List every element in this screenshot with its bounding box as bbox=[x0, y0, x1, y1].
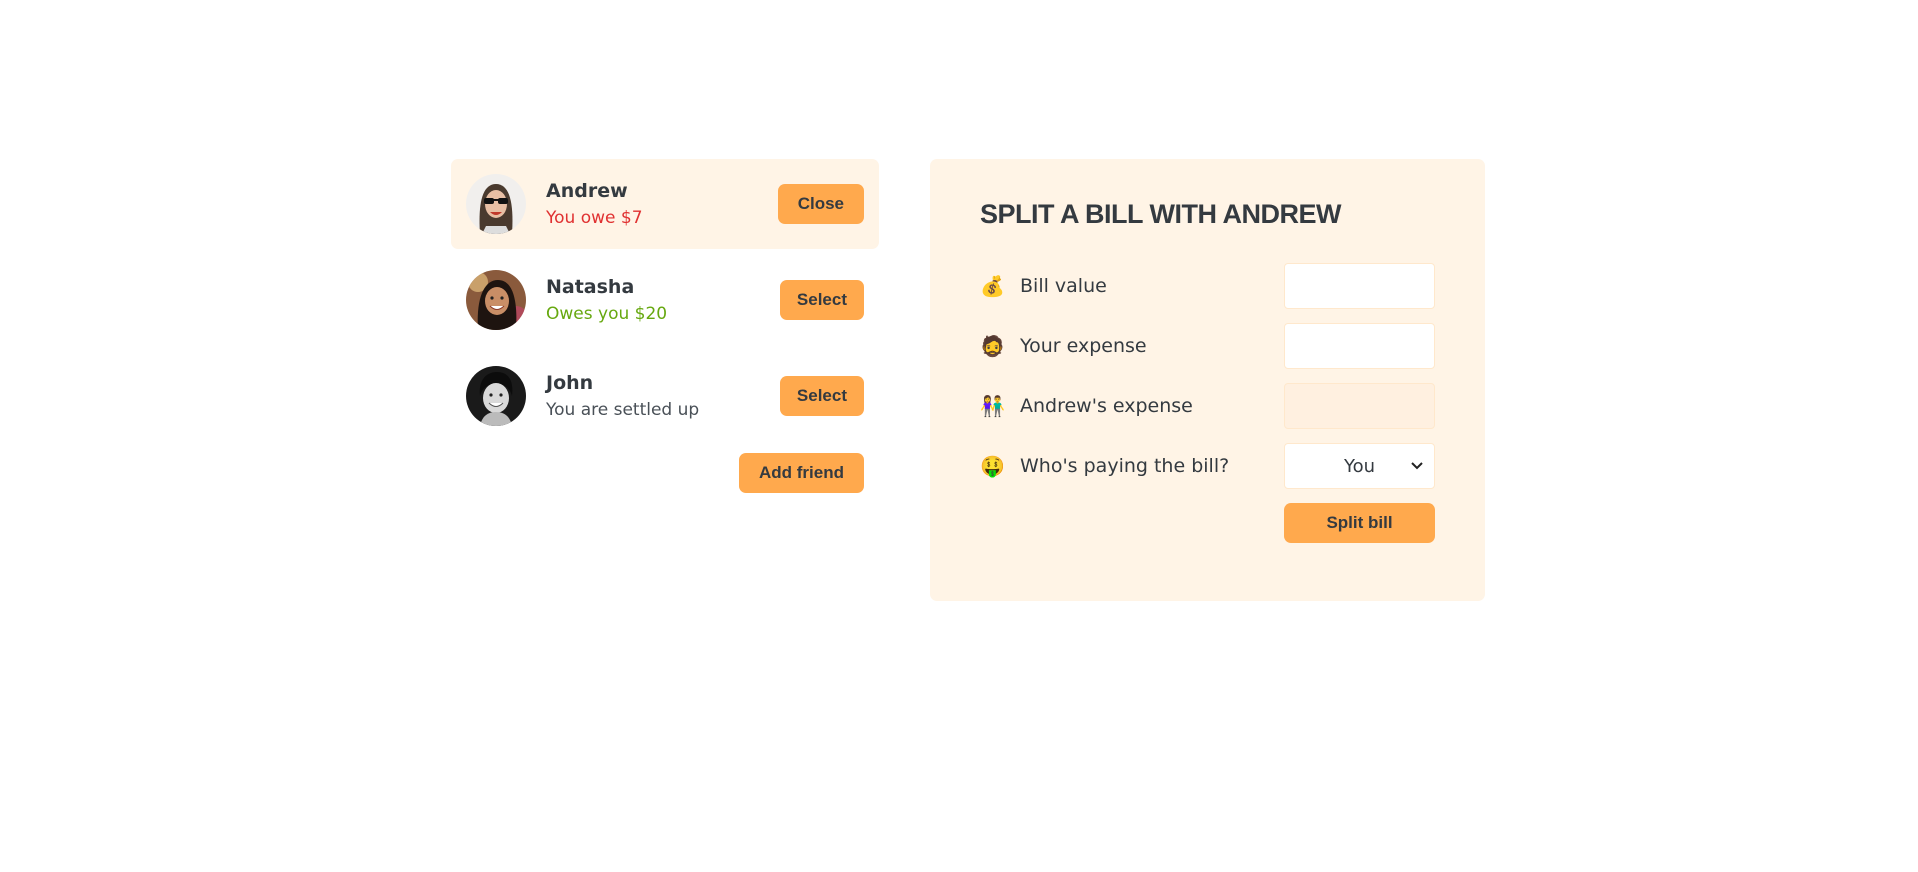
avatar-natasha bbox=[466, 270, 526, 330]
couple-icon: 👫 bbox=[980, 394, 1005, 418]
payer-text: Who's paying the bill? bbox=[1020, 455, 1230, 477]
friend-name: John bbox=[546, 372, 594, 394]
sidebar: Andrew You owe $7 Close Natasha Owes you… bbox=[451, 159, 879, 493]
select-button[interactable]: Select bbox=[779, 280, 864, 320]
form-title: SPLIT A BILL WITH ANDREW bbox=[980, 199, 1341, 229]
friend-expense-row: 👫 Andrew's expense bbox=[980, 383, 1435, 429]
your-expense-input[interactable] bbox=[1284, 323, 1435, 369]
money-bag-icon: 💰 bbox=[980, 274, 1005, 298]
friend-item-andrew[interactable]: Andrew You owe $7 Close bbox=[451, 159, 879, 249]
close-button[interactable]: Close bbox=[777, 184, 864, 224]
payer-select[interactable]: You bbox=[1284, 443, 1435, 489]
split-bill-form: SPLIT A BILL WITH ANDREW 💰 Bill value 🧔 … bbox=[930, 159, 1485, 601]
bill-value-input[interactable] bbox=[1284, 263, 1435, 309]
friend-expense-input bbox=[1284, 383, 1435, 429]
friend-info: John You are settled up bbox=[546, 369, 780, 423]
friend-balance: You owe $7 bbox=[546, 208, 643, 228]
friends-list: Andrew You owe $7 Close Natasha Owes you… bbox=[451, 159, 879, 441]
friend-item-john[interactable]: John You are settled up Select bbox=[451, 351, 879, 441]
friend-name: Natasha bbox=[546, 276, 635, 298]
submit-row: Split bill bbox=[980, 503, 1435, 543]
sidebar-footer: Add friend bbox=[451, 453, 879, 493]
your-expense-label: 🧔 Your expense bbox=[980, 334, 1147, 358]
split-bill-button[interactable]: Split bill bbox=[1284, 503, 1435, 543]
bearded-person-icon: 🧔 bbox=[980, 334, 1005, 358]
payer-row: 🤑 Who's paying the bill? You bbox=[980, 443, 1435, 489]
friend-info: Andrew You owe $7 bbox=[546, 177, 778, 231]
friend-expense-text: Andrew's expense bbox=[1020, 395, 1193, 417]
money-mouth-face-icon: 🤑 bbox=[980, 454, 1005, 478]
payer-label: 🤑 Who's paying the bill? bbox=[980, 454, 1229, 478]
avatar-andrew bbox=[466, 174, 526, 234]
bill-value-text: Bill value bbox=[1020, 275, 1107, 297]
add-friend-button[interactable]: Add friend bbox=[739, 453, 864, 493]
friend-name: Andrew bbox=[546, 180, 628, 202]
your-expense-row: 🧔 Your expense bbox=[980, 323, 1435, 369]
chevron-down-icon bbox=[1411, 462, 1423, 470]
avatar-john bbox=[466, 366, 526, 426]
friend-item-natasha[interactable]: Natasha Owes you $20 Select bbox=[451, 255, 879, 345]
friend-info: Natasha Owes you $20 bbox=[546, 273, 780, 327]
bill-value-label: 💰 Bill value bbox=[980, 274, 1107, 298]
your-expense-text: Your expense bbox=[1020, 335, 1147, 357]
friend-balance: Owes you $20 bbox=[546, 304, 668, 324]
friend-expense-label: 👫 Andrew's expense bbox=[980, 394, 1193, 418]
app: Andrew You owe $7 Close Natasha Owes you… bbox=[451, 159, 1485, 601]
select-button[interactable]: Select bbox=[779, 376, 864, 416]
bill-value-row: 💰 Bill value bbox=[980, 263, 1435, 309]
friend-balance: You are settled up bbox=[546, 400, 700, 420]
